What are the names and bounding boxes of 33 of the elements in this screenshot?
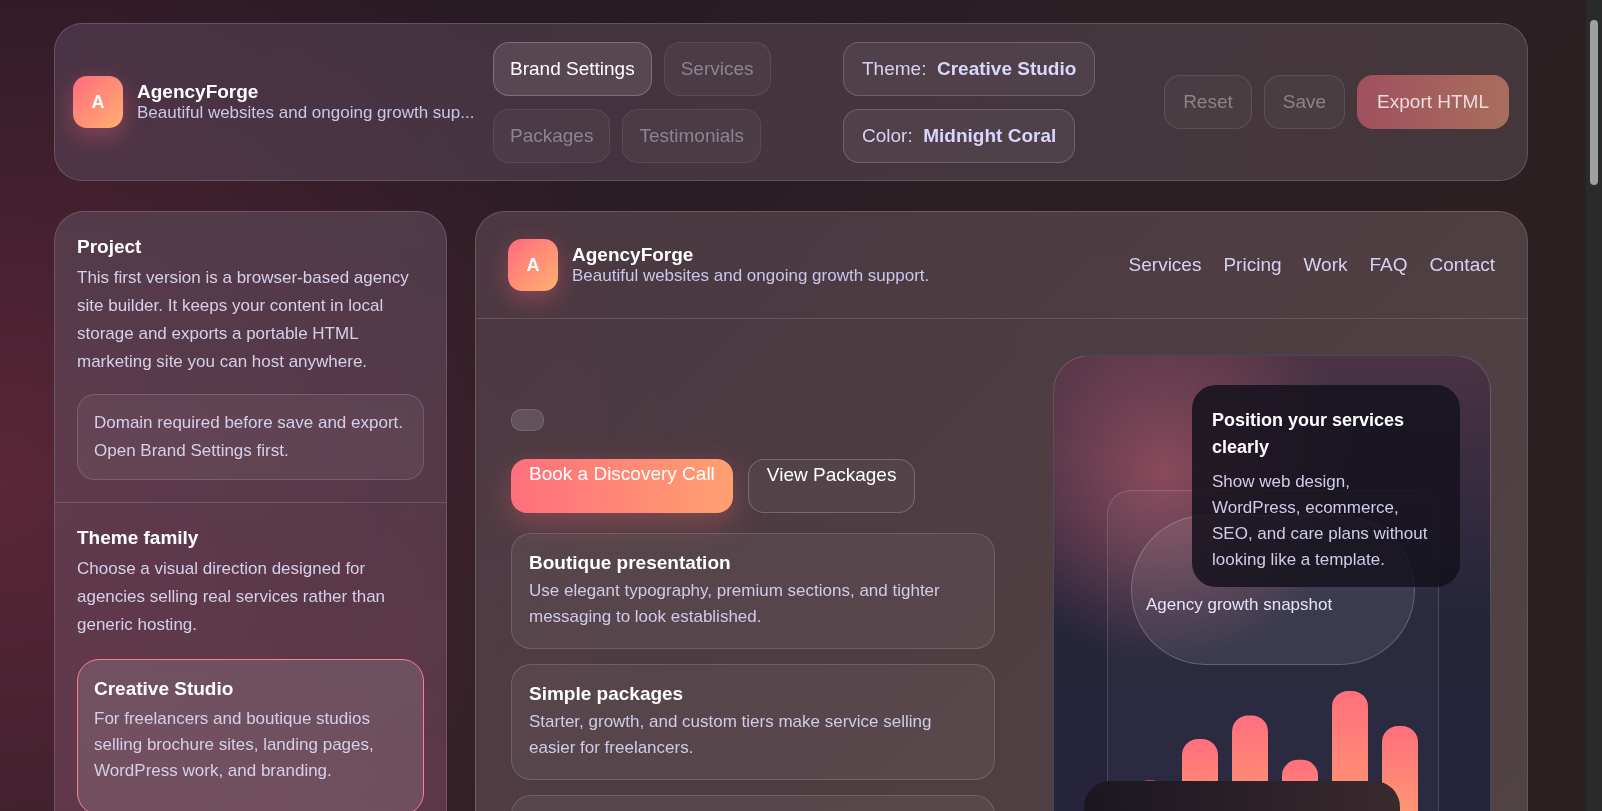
theme-option-description: For freelancers and boutique studios selling brochure sites, landing pages, WordPress work, and branding. bbox=[94, 708, 375, 782]
section-title: Project bbox=[77, 236, 143, 258]
feature-title: Simple packages bbox=[529, 683, 685, 705]
card-description: Show web design, WordPress, ecommerce, SEO, and care plans without looking like a template. bbox=[1212, 471, 1429, 571]
dropdown[interactable]: Theme: Creative Studio bbox=[843, 41, 1096, 96]
feature-description: Starter, growth, and custom tiers make service selling easier for freelancers. bbox=[529, 711, 933, 759]
nav-link[interactable]: FAQ bbox=[1369, 254, 1408, 276]
scrollbar[interactable] bbox=[1586, 0, 1602, 811]
nav-link[interactable]: Contact bbox=[1429, 254, 1495, 276]
empty-pill bbox=[511, 409, 544, 431]
theme-option-name: Creative Studio bbox=[94, 678, 235, 700]
notice-message: Domain required before save and export. Open Brand Settings first. bbox=[77, 394, 424, 480]
nav-link[interactable]: Services bbox=[1128, 254, 1202, 276]
brand-tagline: Beautiful websites and ongoing growth sup... bbox=[137, 103, 475, 123]
logo-icon: A bbox=[73, 76, 123, 128]
snapshot-label: Agency growth snapshot bbox=[1146, 595, 1333, 615]
theme-option-card[interactable]: Creative Studio For freelancers and boutique studios selling brochure sites, landing pages, WordPress work, and branding. bbox=[77, 659, 424, 811]
brand-name: AgencyForge bbox=[137, 81, 260, 103]
nav-link[interactable]: Work bbox=[1303, 254, 1348, 276]
brand-name: AgencyForge bbox=[572, 244, 695, 266]
card-title: Position your services clearly bbox=[1212, 409, 1406, 459]
feature-title: Boutique presentation bbox=[529, 552, 732, 574]
dropdown[interactable]: Color: Midnight Coral bbox=[843, 108, 1076, 163]
scrollbar-thumb[interactable] bbox=[1590, 20, 1598, 185]
logo-icon: A bbox=[508, 239, 558, 291]
secondary-button[interactable]: View Packages bbox=[747, 459, 916, 513]
nav-link[interactable]: Pricing bbox=[1223, 254, 1282, 276]
section-description: This first version is a browser-based agency site builder. It keeps your content in local storage and exports a portable HTML marketing site you can host anywhere. bbox=[77, 267, 410, 373]
feature-description: Use elegant typography, premium sections, and tighter messaging to look established. bbox=[529, 580, 941, 628]
section-title: Theme family bbox=[77, 527, 200, 549]
tab[interactable]: Brand Settings bbox=[493, 41, 652, 96]
section-description: Choose a visual direction designed for agencies selling real services rather than generic hosting. bbox=[77, 558, 387, 636]
brand-tagline: Beautiful websites and ongoing growth support. bbox=[572, 266, 930, 286]
